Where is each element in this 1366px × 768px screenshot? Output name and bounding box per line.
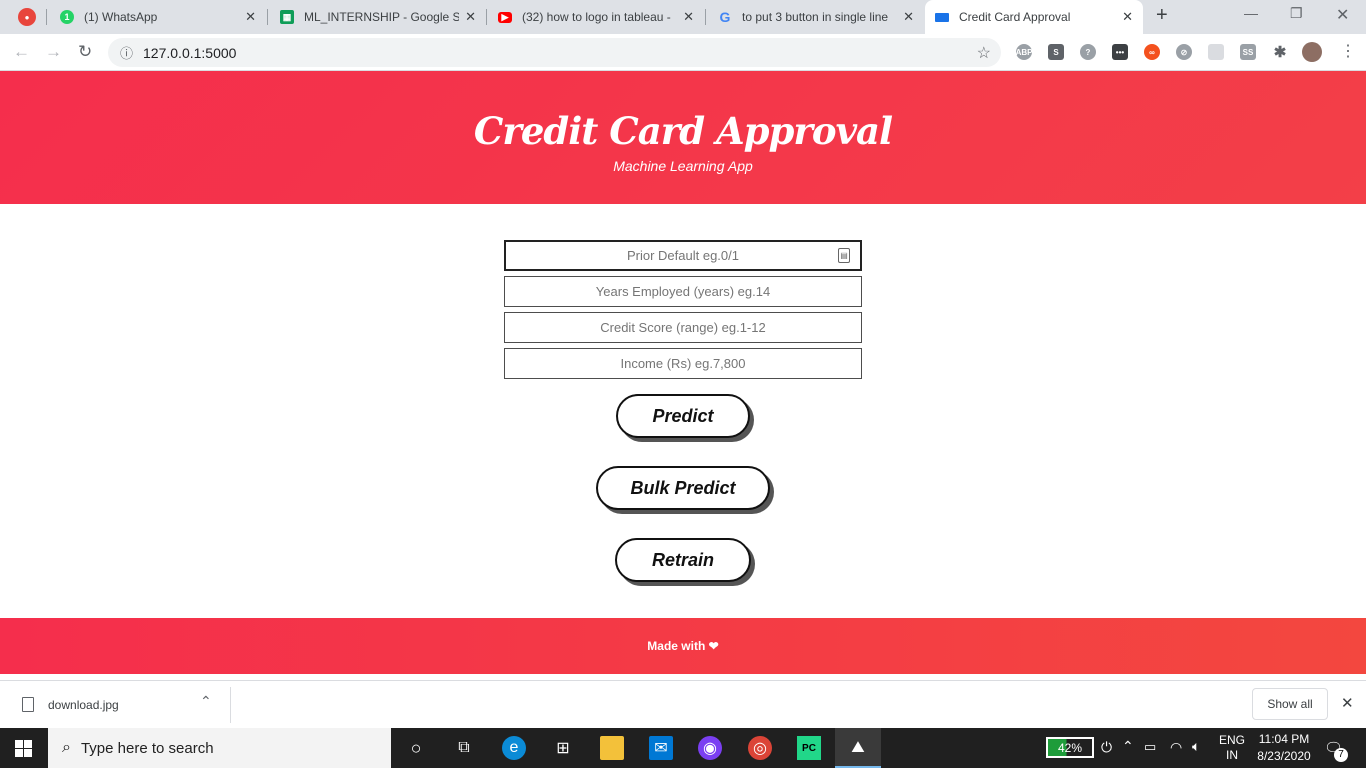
active-app-indicator[interactable]: ⛰	[835, 728, 881, 768]
store-icon[interactable]: ⊞	[551, 736, 575, 760]
menu-icon[interactable]: ⋮	[1340, 41, 1356, 61]
reload-icon[interactable]: ↻	[78, 42, 92, 62]
tab-title: ML_INTERNSHIP - Google Sh	[304, 10, 460, 24]
youtube-icon: ▶	[498, 11, 512, 23]
help-icon[interactable]: ?	[1080, 44, 1096, 60]
tab-google-sheets[interactable]: ▦ ML_INTERNSHIP - Google Sh ✕	[270, 0, 486, 34]
search-placeholder: Type here to search	[80, 739, 214, 757]
url-text: 127.0.0.1:5000	[143, 44, 237, 61]
file-explorer-icon[interactable]	[600, 736, 624, 760]
extension-blank-icon[interactable]	[1208, 44, 1224, 60]
prior-default-input[interactable]	[504, 240, 862, 271]
cortana-icon[interactable]: ○	[404, 736, 428, 760]
chrome-icon[interactable]: ◎	[748, 736, 772, 760]
adblock-icon[interactable]: ABP	[1016, 44, 1032, 60]
extension-compass-icon[interactable]: ⊘	[1176, 44, 1192, 60]
password-manager-icon[interactable]: ▤	[838, 248, 850, 263]
years-employed-input[interactable]	[504, 276, 862, 307]
notification-count: 7	[1334, 748, 1348, 762]
tab-separator	[705, 9, 706, 25]
language-code: ENG	[1219, 733, 1246, 747]
power-plug-icon: ⏻	[1101, 739, 1113, 755]
tab-google-search[interactable]: G to put 3 button in single line ✕	[708, 0, 924, 34]
battery-indicator[interactable]: 42%	[1046, 737, 1094, 758]
chevron-up-icon[interactable]: ⌃	[200, 693, 212, 710]
close-icon[interactable]: ✕	[903, 9, 914, 25]
windows-taskbar: ⌕ Type here to search ○ ⧉ e ⊞ ✉ ◉ ◎ PC ⛰…	[0, 728, 1366, 768]
page-subtitle: Machine Learning App	[613, 158, 753, 174]
tab-title: (1) WhatsApp	[84, 10, 158, 24]
address-bar[interactable]: ⓘ 127.0.0.1:5000 ☆	[108, 38, 1001, 67]
mail-icon[interactable]: ✉	[649, 736, 673, 760]
edge-icon[interactable]: e	[502, 736, 526, 760]
forward-icon[interactable]: →	[45, 42, 62, 62]
close-download-bar-icon[interactable]: ✕	[1341, 694, 1354, 712]
clock-time: 11:04 PM	[1258, 732, 1310, 746]
info-icon[interactable]: ⓘ	[120, 43, 133, 62]
tab-title: (32) how to logo in tableau -	[522, 10, 671, 24]
extension-infinity-icon[interactable]: ∞	[1144, 44, 1160, 60]
back-icon[interactable]: ←	[13, 42, 30, 62]
language-indicator[interactable]: ENG IN	[1219, 733, 1245, 763]
predict-button[interactable]: Predict	[616, 394, 750, 438]
close-icon[interactable]: ✕	[683, 9, 694, 25]
page-title: Credit Card Approval	[473, 109, 893, 153]
close-icon[interactable]: ✕	[1122, 9, 1133, 25]
tab-credit-card-approval[interactable]: Credit Card Approval ✕	[925, 0, 1143, 34]
tab-whatsapp[interactable]: 1 (1) WhatsApp ✕	[50, 0, 266, 34]
wifi-icon[interactable]: ◠	[1170, 739, 1182, 756]
pycharm-icon[interactable]: PC	[797, 736, 821, 760]
download-filename[interactable]: download.jpg	[48, 698, 119, 712]
card-icon	[935, 12, 949, 22]
extension-ss-icon[interactable]: SS	[1240, 44, 1256, 60]
chevron-up-tray-icon[interactable]: ⌃	[1122, 738, 1134, 755]
tab-title: Credit Card Approval	[959, 10, 1071, 24]
download-bar: download.jpg ⌃ Show all ✕	[0, 680, 1366, 728]
show-all-button[interactable]: Show all	[1252, 688, 1328, 720]
clock[interactable]: 11:04 PM 8/23/2020	[1254, 731, 1314, 765]
minimize-icon[interactable]: —	[1244, 5, 1258, 21]
tab-separator	[267, 9, 268, 25]
github-icon[interactable]: ◉	[698, 736, 722, 760]
browser-toolbar: ← → ↻ ⓘ 127.0.0.1:5000 ☆ ABP S ? ••• ∞ ⊘…	[0, 34, 1366, 71]
sheets-icon: ▦	[280, 10, 294, 24]
profile-icon[interactable]: ●	[18, 8, 36, 26]
whatsapp-icon: 1	[60, 10, 74, 24]
browser-tab-strip: ● 1 (1) WhatsApp ✕ ▦ ML_INTERNSHIP - Goo…	[0, 0, 1366, 34]
tab-separator	[46, 9, 47, 25]
region-code: IN	[1226, 748, 1238, 762]
page-header: Credit Card Approval Machine Learning Ap…	[0, 71, 1366, 204]
credit-score-input[interactable]	[504, 312, 862, 343]
window-close-icon[interactable]: ✕	[1336, 5, 1349, 25]
page-footer: Made with ❤	[0, 618, 1366, 674]
file-icon	[22, 697, 34, 712]
volume-icon[interactable]: 🔈︎	[1192, 738, 1200, 755]
extensions-puzzle-icon[interactable]: ✱	[1272, 44, 1288, 61]
footer-text: Made with ❤	[647, 639, 719, 653]
bulk-predict-button[interactable]: Bulk Predict	[596, 466, 770, 510]
clock-date: 8/23/2020	[1257, 749, 1311, 763]
divider	[230, 687, 231, 723]
tab-separator	[486, 9, 487, 25]
task-view-icon[interactable]: ⧉	[452, 736, 476, 760]
tab-title: to put 3 button in single line	[742, 10, 889, 24]
avatar[interactable]	[1302, 42, 1322, 62]
extension-dots-icon[interactable]: •••	[1112, 44, 1128, 60]
google-icon: G	[719, 9, 731, 25]
taskbar-search-box[interactable]: ⌕ Type here to search	[48, 728, 391, 768]
extension-s-icon[interactable]: S	[1048, 44, 1064, 60]
retrain-button[interactable]: Retrain	[615, 538, 751, 582]
battery-icon[interactable]: ▭	[1144, 739, 1156, 755]
restore-icon[interactable]: ❐	[1290, 5, 1303, 22]
close-icon[interactable]: ✕	[245, 9, 256, 25]
bookmark-star-icon[interactable]: ☆	[977, 43, 991, 63]
close-icon[interactable]: ✕	[465, 9, 476, 25]
new-tab-button[interactable]: +	[1156, 4, 1168, 27]
photos-icon: ⛰	[851, 739, 865, 756]
search-icon: ⌕	[62, 739, 71, 756]
tab-youtube[interactable]: ▶ (32) how to logo in tableau - ✕	[488, 0, 704, 34]
income-input[interactable]	[504, 348, 862, 379]
windows-start-icon[interactable]	[15, 740, 32, 757]
